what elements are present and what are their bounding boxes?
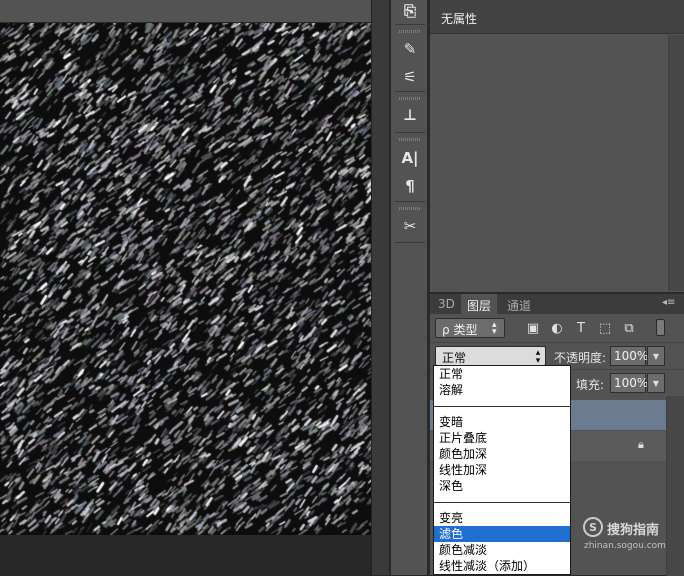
tab-channels[interactable]: 通道 <box>501 294 537 314</box>
watermark-url: zhinan.sogou.com <box>584 541 666 551</box>
panel-grip[interactable] <box>399 138 421 141</box>
select-arrows-icon: ▴ ▾ <box>535 348 541 366</box>
pixel-filter-icon[interactable]: ▣ <box>524 319 542 337</box>
document-tab-strip <box>0 0 389 22</box>
fill-label: 填充: <box>576 378 605 392</box>
menu-divider <box>434 502 570 503</box>
blend-option-normal[interactable]: 正常 <box>434 366 570 382</box>
filter-type-label: 类型 <box>453 323 478 337</box>
blend-option-lighten[interactable]: 变亮 <box>434 510 570 526</box>
watermark-brand: 搜狗指南 <box>607 523 660 538</box>
opacity-input[interactable]: 100% <box>610 346 648 366</box>
sogou-logo-icon: S <box>583 517 603 537</box>
properties-panel: 无属性 <box>430 0 684 292</box>
layer-filter-row: ρ 类型 ▴ ▾ ▣ ◐ T ⬚ ⧉ <box>430 315 684 341</box>
opacity-label: 不透明度: <box>554 351 607 365</box>
blend-mode-value: 正常 <box>442 351 467 365</box>
properties-title: 无属性 <box>430 0 684 34</box>
divider <box>395 132 425 133</box>
blend-option-color-dodge[interactable]: 颜色减淡 <box>434 542 570 558</box>
divider <box>395 242 425 243</box>
menu-divider <box>434 406 570 407</box>
adjustments-icon[interactable]: ⚟ <box>397 66 423 88</box>
blend-option-linear-burn[interactable]: 线性加深 <box>434 462 570 478</box>
panel-menu-icon[interactable]: ◂≡ <box>662 297 680 309</box>
type-filter-icon[interactable]: T <box>572 319 590 337</box>
blend-option-screen[interactable]: 滤色 <box>434 526 570 542</box>
paragraph-icon[interactable]: ¶ <box>397 175 423 197</box>
panel-grip[interactable] <box>399 97 421 100</box>
select-arrows-icon: ▴ ▾ <box>492 320 497 337</box>
filter-type-select[interactable]: ρ 类型 ▴ ▾ <box>435 318 505 338</box>
blend-mode-select[interactable]: 正常 ▴ ▾ <box>435 346 546 366</box>
shape-filter-icon[interactable]: ⬚ <box>596 319 614 337</box>
blend-option-darken[interactable]: 变暗 <box>434 414 570 430</box>
filter-toggle[interactable] <box>656 319 665 336</box>
panel-grip[interactable] <box>399 30 421 33</box>
history-icon[interactable]: ⎘ <box>397 0 423 22</box>
lock-icon: 🔒︎ <box>638 438 644 451</box>
blend-option-multiply[interactable]: 正片叠底 <box>434 430 570 446</box>
brush-presets-icon[interactable]: ✎ <box>397 38 423 60</box>
canvas-scrollbar[interactable] <box>371 0 389 575</box>
divider <box>395 24 425 25</box>
search-icon: ρ <box>442 323 450 337</box>
tool-presets-icon[interactable]: ✂ <box>397 215 423 237</box>
divider <box>395 201 425 202</box>
opacity-dropdown-icon[interactable]: ▼ <box>647 346 665 366</box>
panel-tool-strip: ⎘ ✎ ⚟ ⊥ A| ¶ ✂ <box>390 0 428 575</box>
blend-option-dissolve[interactable]: 溶解 <box>434 382 570 398</box>
tab-3d[interactable]: 3D <box>432 294 461 314</box>
panel-grip[interactable] <box>399 207 421 210</box>
clone-source-icon[interactable]: ⊥ <box>397 104 423 126</box>
fill-dropdown-icon[interactable]: ▼ <box>647 373 665 393</box>
tab-layers[interactable]: 图层 <box>461 294 498 314</box>
adjustment-filter-icon[interactable]: ◐ <box>548 319 566 337</box>
panel-tab-bar: 3D 图层 通道 ◂≡ <box>430 294 684 314</box>
smart-object-filter-icon[interactable]: ⧉ <box>620 319 638 337</box>
fill-input[interactable]: 100% <box>610 373 648 393</box>
character-icon[interactable]: A| <box>397 147 423 169</box>
blend-option-color-burn[interactable]: 颜色加深 <box>434 446 570 462</box>
layers-scrollbar[interactable] <box>666 396 684 576</box>
divider <box>395 91 425 92</box>
properties-scrollbar[interactable] <box>668 35 684 291</box>
noise-image-canvas[interactable] <box>0 23 371 535</box>
blend-option-darker-color[interactable]: 深色 <box>434 478 570 494</box>
blend-mode-dropdown: 正常 溶解 变暗 正片叠底 颜色加深 线性加深 深色 变亮 滤色 颜色减淡 线性… <box>433 365 571 575</box>
blend-option-linear-dodge[interactable]: 线性减淡（添加） <box>434 558 570 574</box>
